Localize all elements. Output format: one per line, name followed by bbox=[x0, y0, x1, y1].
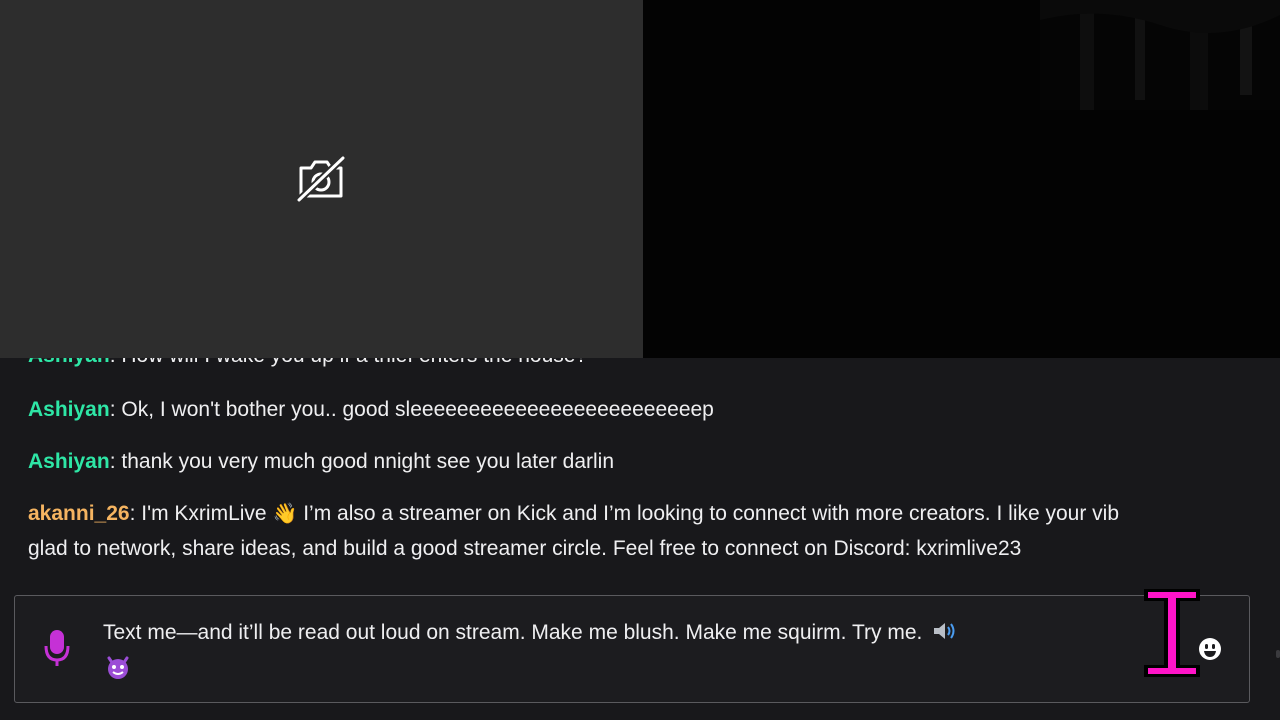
stream-video bbox=[643, 0, 1280, 358]
chat-message: Ashiyan: Ok, I won't bother you.. good s… bbox=[28, 392, 714, 427]
chat-colon: : bbox=[109, 450, 122, 473]
microphone-icon[interactable] bbox=[43, 628, 71, 668]
chat-text: Ok, I won't bother you.. good sleeeeeeee… bbox=[121, 398, 714, 421]
chat-colon: : bbox=[129, 502, 142, 525]
chat-username[interactable]: Ashiyan bbox=[28, 358, 110, 367]
forest-scene bbox=[1040, 0, 1280, 110]
speaker-icon bbox=[934, 623, 955, 639]
camera-off-panel bbox=[0, 0, 643, 360]
chat-message-continuation: glad to network, share ideas, and build … bbox=[28, 531, 1021, 566]
scroll-edge bbox=[1276, 650, 1280, 658]
input-value[interactable]: Text me—and it’ll be read out loud on st… bbox=[103, 616, 958, 650]
chat-colon: : bbox=[109, 398, 122, 421]
input-text-value: Text me—and it’ll be read out loud on st… bbox=[103, 621, 923, 644]
chat-colon: : bbox=[110, 358, 122, 367]
chat-message: akanni_26: I'm KxrimLive 👋 I’m also a st… bbox=[28, 496, 1119, 532]
chat-text: I’m also a streamer on Kick and I’m look… bbox=[297, 502, 1120, 525]
chat-username[interactable]: akanni_26 bbox=[28, 502, 130, 525]
waving-hand-icon: 👋 bbox=[272, 503, 298, 525]
chat-text: I'm KxrimLive bbox=[141, 502, 273, 525]
chat-message: Ashiyan: thank you very much good nnight… bbox=[28, 444, 614, 479]
chat-username[interactable]: Ashiyan bbox=[28, 398, 110, 421]
chat-text: How will I wake you up if a thief enters… bbox=[121, 358, 587, 367]
chat-input[interactable]: Text me—and it’ll be read out loud on st… bbox=[14, 595, 1250, 703]
chat-username[interactable]: Ashiyan bbox=[28, 450, 110, 473]
camera-off-icon bbox=[296, 156, 346, 202]
chat-message: Ashiyan: How will I wake you up if a thi… bbox=[28, 358, 587, 373]
smiling-devil-icon bbox=[107, 656, 129, 679]
chat-text: glad to network, share ideas, and build … bbox=[28, 537, 1022, 560]
text-cursor-icon bbox=[1144, 589, 1200, 677]
chat-text: thank you very much good nnight see you … bbox=[121, 450, 615, 473]
